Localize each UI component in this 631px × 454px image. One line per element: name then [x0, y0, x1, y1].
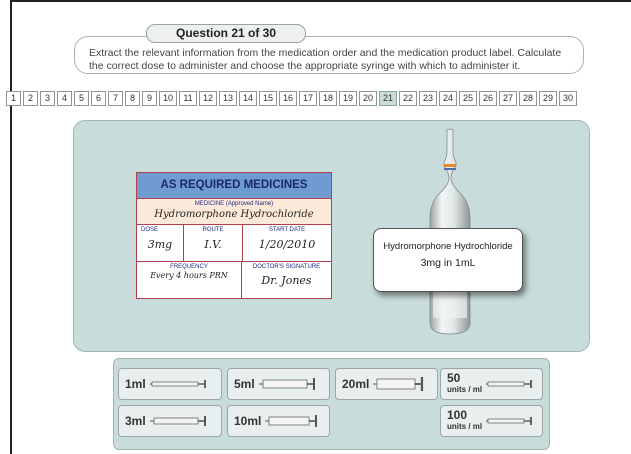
question-number-6[interactable]: 6 — [91, 91, 106, 106]
question-number-9[interactable]: 9 — [142, 91, 157, 106]
question-number-13[interactable]: 13 — [219, 91, 237, 106]
syringe-5ml-button[interactable]: 5ml — [227, 368, 330, 400]
syringe-50units-label: 50 units / ml — [447, 371, 483, 395]
question-number-4[interactable]: 4 — [57, 91, 72, 106]
syringe-10ml-label: 10ml — [234, 414, 262, 428]
question-number-29[interactable]: 29 — [539, 91, 557, 106]
chart-heading: AS REQUIRED MEDICINES — [137, 173, 331, 199]
product-name: Hydromorphone Hydrochloride — [383, 241, 513, 252]
frequency-label: FREQUENCY — [170, 264, 208, 270]
question-number-1[interactable]: 1 — [6, 91, 21, 106]
medicine-name: Hydromorphone Hydrochloride — [154, 209, 314, 220]
syringe-100units-button[interactable]: 100 units / ml — [440, 405, 543, 437]
medication-chart: AS REQUIRED MEDICINES MEDICINE (Approved… — [136, 172, 332, 299]
route-value: I.V. — [204, 238, 222, 251]
question-number-21[interactable]: 21 — [379, 91, 397, 106]
question-number-28[interactable]: 28 — [519, 91, 537, 106]
question-number-25[interactable]: 25 — [459, 91, 477, 106]
signature-cell: DOCTOR'S SIGNATURE Dr. Jones — [242, 262, 331, 298]
dose-cell: DOSE 3mg — [137, 225, 184, 261]
question-number-8[interactable]: 8 — [125, 91, 140, 106]
frame-left-border — [10, 0, 12, 454]
question-number-14[interactable]: 14 — [239, 91, 257, 106]
syringe-20ml-button[interactable]: 20ml — [335, 368, 438, 400]
question-title: Question 21 of 30 — [146, 24, 306, 43]
syringe-icon — [265, 415, 318, 427]
instructions-text: Extract the relevant information from th… — [89, 47, 562, 72]
syringe-100units-unit: units / ml — [447, 422, 483, 431]
syringe-icon — [486, 417, 533, 425]
dose-label: DOSE — [141, 227, 159, 233]
syringe-10ml-button[interactable]: 10ml — [227, 405, 330, 437]
signature-value: Dr. Jones — [261, 274, 312, 287]
chart-dose-row: DOSE 3mg ROUTE I.V. START DATE 1/20/2010 — [137, 225, 331, 262]
question-number-26[interactable]: 26 — [479, 91, 497, 106]
syringe-icon — [486, 380, 533, 388]
question-number-2[interactable]: 2 — [23, 91, 38, 106]
question-number-17[interactable]: 17 — [299, 91, 317, 106]
syringe-icon — [373, 377, 424, 391]
question-number-18[interactable]: 18 — [319, 91, 337, 106]
syringe-100units-label: 100 units / ml — [447, 408, 483, 432]
question-number-10[interactable]: 10 — [159, 91, 177, 106]
question-number-5[interactable]: 5 — [74, 91, 89, 106]
question-number-30[interactable]: 30 — [559, 91, 577, 106]
question-number-19[interactable]: 19 — [339, 91, 357, 106]
route-cell: ROUTE I.V. — [184, 225, 243, 261]
syringe-icon — [149, 416, 206, 426]
question-number-20[interactable]: 20 — [359, 91, 377, 106]
question-number-27[interactable]: 27 — [499, 91, 517, 106]
syringe-3ml-label: 3ml — [125, 414, 146, 428]
signature-label: DOCTOR'S SIGNATURE — [252, 264, 321, 270]
syringe-5ml-label: 5ml — [234, 377, 255, 391]
question-number-15[interactable]: 15 — [259, 91, 277, 106]
syringe-20ml-label: 20ml — [342, 377, 370, 391]
route-label: ROUTE — [202, 227, 224, 233]
dose-value: 3mg — [147, 238, 173, 251]
product-label: Hydromorphone Hydrochloride 3mg in 1mL — [373, 228, 523, 292]
chart-frequency-row: FREQUENCY Every 4 hours PRN DOCTOR'S SIG… — [137, 262, 331, 298]
start-date-value: 1/20/2010 — [258, 238, 316, 251]
frequency-cell: FREQUENCY Every 4 hours PRN — [137, 262, 242, 298]
syringe-50units-number: 50 — [447, 371, 461, 385]
syringe-50units-unit: units / ml — [447, 385, 483, 394]
start-date-label: START DATE — [268, 227, 306, 233]
syringe-1ml-button[interactable]: 1ml — [118, 368, 222, 400]
syringe-icon — [258, 378, 315, 390]
question-number-11[interactable]: 11 — [179, 91, 197, 106]
question-number-12[interactable]: 12 — [199, 91, 217, 106]
syringe-1ml-label: 1ml — [125, 377, 146, 391]
start-date-cell: START DATE 1/20/2010 — [243, 225, 331, 261]
syringe-50units-button[interactable]: 50 units / ml — [440, 368, 543, 400]
medicine-label: MEDICINE (Approved Name) — [194, 201, 274, 207]
question-number-3[interactable]: 3 — [40, 91, 55, 106]
frequency-value: Every 4 hours PRN — [150, 271, 228, 280]
question-number-24[interactable]: 24 — [439, 91, 457, 106]
product-strength: 3mg in 1mL — [420, 257, 476, 269]
question-navigator: 1 2 3 4 5 6 7 8 9 10 11 12 13 14 15 16 17 18 19 20 21 22 23 24 2… — [6, 91, 577, 106]
question-number-23[interactable]: 23 — [419, 91, 437, 106]
syringe-3ml-button[interactable]: 3ml — [118, 405, 222, 437]
frame-top-border — [10, 0, 631, 2]
chart-medicine-row: MEDICINE (Approved Name) Hydromorphone H… — [137, 199, 331, 225]
syringe-icon — [149, 380, 206, 388]
question-number-7[interactable]: 7 — [108, 91, 123, 106]
question-number-22[interactable]: 22 — [399, 91, 417, 106]
question-number-16[interactable]: 16 — [279, 91, 297, 106]
syringe-100units-number: 100 — [447, 408, 468, 422]
